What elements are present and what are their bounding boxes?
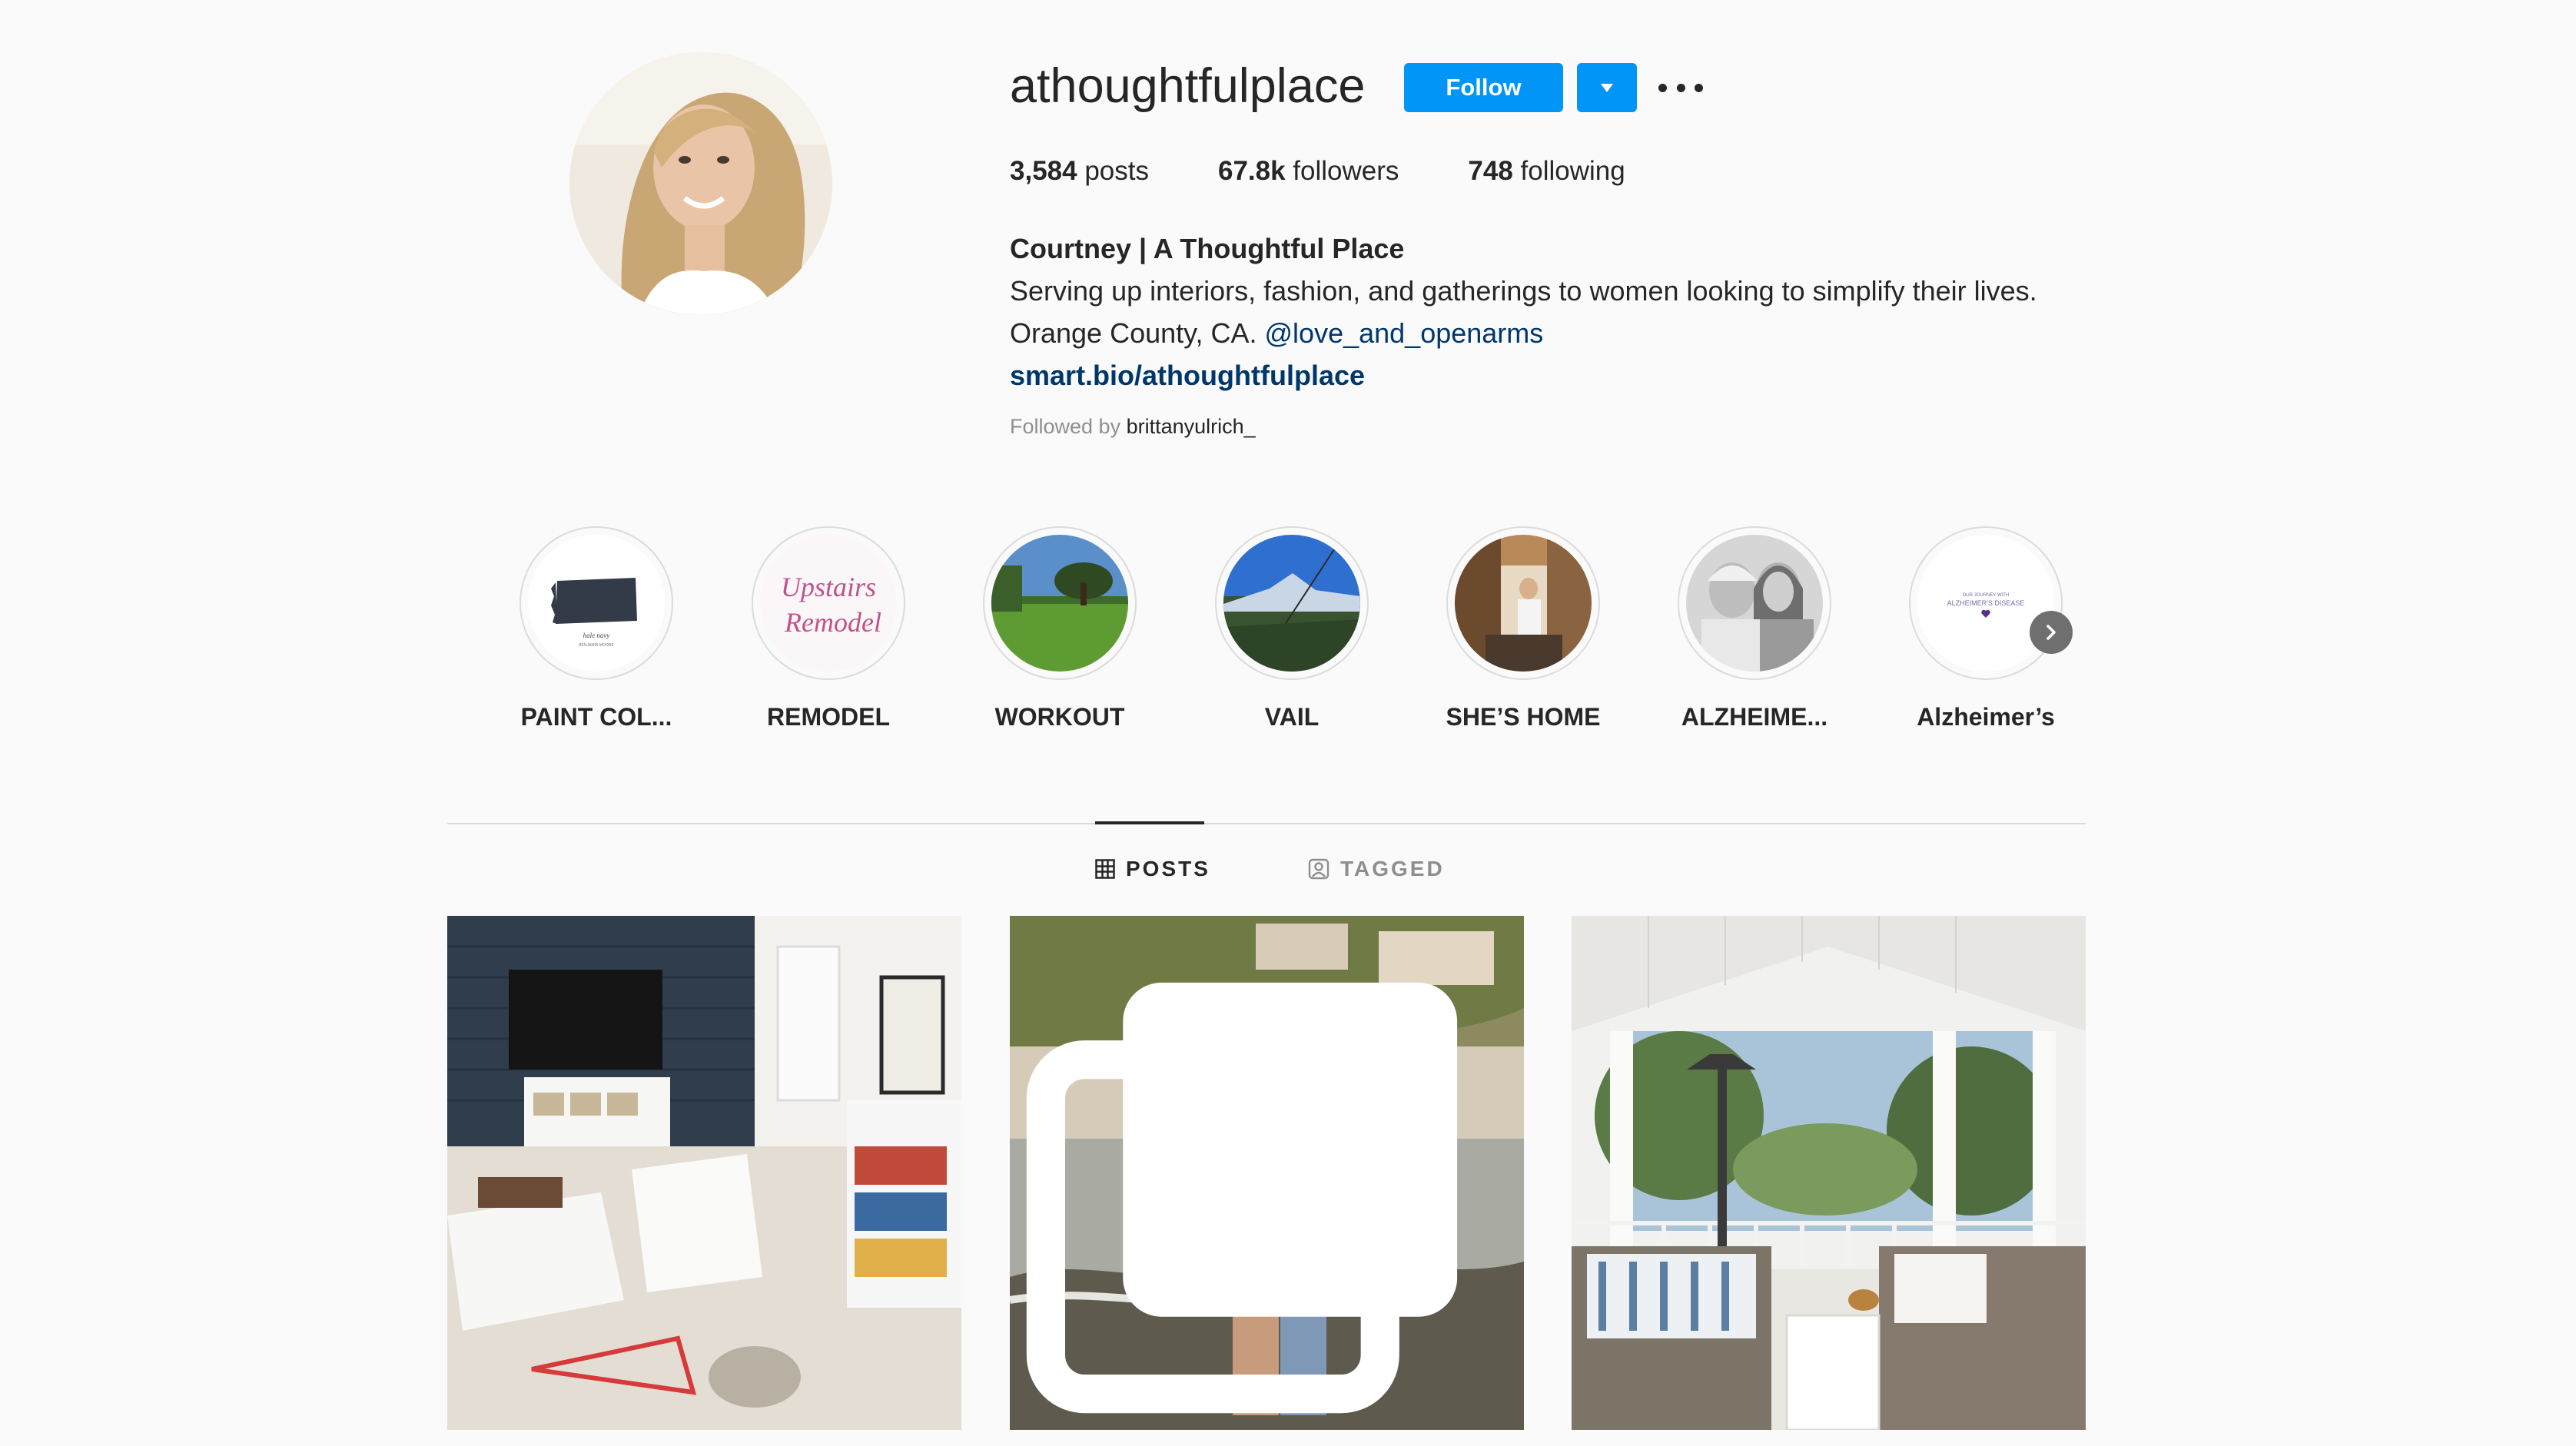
followers-stat[interactable]: 67.8k followers [1218, 156, 1399, 187]
highlight-ring: hale navy BENJAMIN MOORE [520, 526, 673, 680]
tabs-divider [447, 823, 2086, 824]
post-thumbnail[interactable] [1010, 916, 1524, 1430]
paint-caption: hale navy [583, 632, 610, 639]
field-tree-icon [991, 535, 1128, 672]
highlight-label: ALZHEIME... [1681, 703, 1828, 731]
chevron-right-icon [2047, 625, 2056, 640]
followed-by[interactable]: Followed by brittanyulrich_ [1010, 415, 1256, 439]
avatar-photo [569, 52, 832, 315]
highlight-paint-colors[interactable]: hale navy BENJAMIN MOORE PAINT COL... [504, 526, 689, 731]
posts-stat: 3,584 posts [1010, 156, 1149, 187]
profile-website-link[interactable]: smart.bio/athoughtfulplace [1010, 354, 2037, 396]
posts-count: 3,584 [1010, 156, 1077, 186]
posts-label: posts [1077, 156, 1149, 186]
highlight-alzheimers-photo[interactable]: ALZHEIME... [1662, 526, 1847, 731]
highlight-ring: Upstairs Remodel [752, 526, 905, 680]
followers-count: 67.8k [1217, 156, 1286, 186]
bio-location: Orange County, CA. [1010, 317, 1265, 349]
patio-photo [1572, 916, 2086, 1430]
following-stat[interactable]: 748 following [1468, 156, 1625, 187]
following-count: 748 [1468, 156, 1513, 186]
highlight-ring: OUR JOURNEY WITH ALZHEIMER'S DISEASE [1909, 526, 2063, 680]
highlight-ring [1678, 526, 1831, 680]
highlight-ring [1215, 526, 1369, 680]
tagged-user-icon [1308, 858, 1329, 880]
more-dot [1676, 83, 1685, 92]
highlights-next-button[interactable] [2030, 611, 2073, 654]
chevron-down-icon [1601, 83, 1613, 92]
active-tab-indicator [1095, 821, 1204, 824]
remodel-line1: Upstairs [781, 572, 876, 602]
script-text-icon: Upstairs Remodel [760, 535, 897, 672]
followed-by-prefix: Followed by [1010, 415, 1127, 438]
following-label: following [1512, 156, 1625, 186]
follow-button[interactable]: Follow [1404, 63, 1563, 112]
remodel-line2: Remodel [784, 607, 881, 638]
followers-label: followers [1285, 156, 1399, 186]
highlight-label: VAIL [1264, 703, 1320, 731]
post-thumbnail[interactable] [447, 916, 961, 1430]
profile-avatar[interactable] [569, 52, 832, 315]
highlight-label: REMODEL [767, 703, 890, 731]
alz-line2: ALZHEIMER'S DISEASE [1947, 599, 2025, 607]
highlight-vail[interactable]: VAIL [1200, 526, 1384, 731]
highlight-label: Alzheimer’s [1917, 703, 2055, 731]
alz-line1: OUR JOURNEY WITH [1963, 593, 2010, 598]
suggested-accounts-dropdown-button[interactable] [1577, 63, 1637, 112]
carousel-icon [1026, 982, 1458, 1414]
highlight-ring [983, 526, 1137, 680]
more-dot [1658, 83, 1667, 92]
highlight-ring [1446, 526, 1600, 680]
highlight-label: PAINT COL... [520, 703, 672, 731]
more-options-button[interactable] [1658, 71, 1703, 104]
mountain-sky-icon [1223, 535, 1360, 672]
highlight-remodel[interactable]: Upstairs Remodel REMODEL [736, 526, 921, 731]
profile-full-name: Courtney | A Thoughtful Place [1010, 233, 1405, 264]
more-dot [1695, 83, 1703, 92]
profile-stats: 3,584 posts 67.8k followers 748 followin… [1010, 156, 1695, 187]
paint-subcaption: BENJAMIN MOORE [579, 643, 614, 648]
post-thumbnail[interactable] [1572, 916, 2086, 1430]
bio-line: Serving up interiors, fashion, and gathe… [1010, 275, 2037, 307]
grid-icon [1095, 859, 1115, 879]
highlight-workout[interactable]: WORKOUT [968, 526, 1152, 731]
followed-by-user: brittanyulrich_ [1126, 415, 1256, 438]
profile-bio: Courtney | A Thoughtful Place Serving up… [1010, 227, 2037, 396]
bio-location-line: Orange County, CA. @love_and_openarms [1010, 312, 2037, 354]
tab-posts[interactable]: POSTS [1095, 857, 1210, 881]
two-women-icon [1686, 535, 1823, 672]
tab-label: TAGGED [1340, 857, 1445, 881]
bio-mention-link[interactable]: @love_and_openarms [1265, 317, 1544, 349]
purple-heart-text-icon: OUR JOURNEY WITH ALZHEIMER'S DISEASE [1917, 535, 2054, 672]
paint-swatch-icon: hale navy BENJAMIN MOORE [528, 535, 665, 672]
indoor-people-icon [1455, 535, 1592, 672]
living-room-photo [447, 916, 961, 1430]
highlight-label: SHE’S HOME [1446, 703, 1601, 731]
tab-label: POSTS [1126, 857, 1210, 881]
highlight-label: WORKOUT [994, 703, 1125, 731]
profile-username: athoughtfulplace [1010, 59, 1366, 113]
tab-tagged[interactable]: TAGGED [1308, 857, 1445, 881]
highlight-shes-home[interactable]: SHE’S HOME [1431, 526, 1615, 731]
